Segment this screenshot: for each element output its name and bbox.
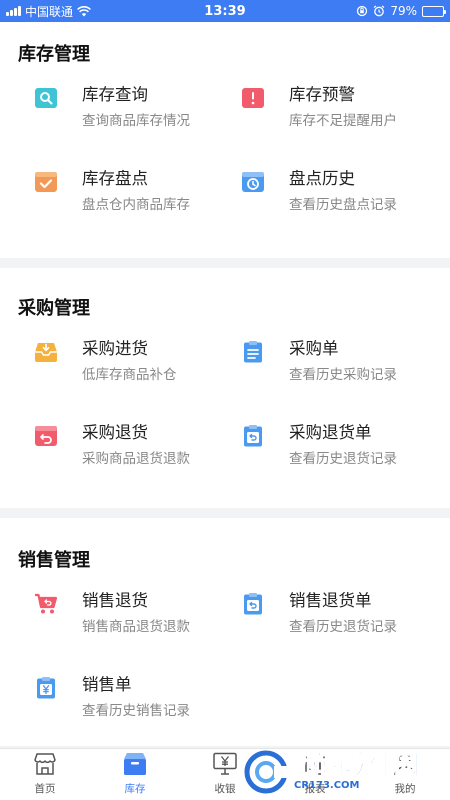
item-desc: 查看历史退货记录	[289, 619, 397, 635]
section-title: 库存管理	[18, 44, 90, 65]
item-title: 库存盘点	[82, 169, 148, 188]
alarm-icon	[373, 5, 385, 17]
clipboard-return-icon	[244, 593, 262, 615]
status-bar: 中国联通 13:39 79%	[0, 0, 450, 22]
purchase-section: 采购管理 采购进货低库存商品补仓 采购单查看历史采购记录 采购退货采购商品退货退…	[0, 268, 450, 508]
battery-icon	[422, 5, 446, 17]
item-desc: 采购商品退货退款	[82, 451, 190, 467]
search-box-icon	[35, 88, 57, 108]
clipboard-return-icon	[244, 425, 262, 447]
item-title: 采购进货	[82, 339, 148, 358]
item-title: 库存查询	[82, 85, 148, 104]
sales-return-order-item[interactable]: 销售退货单查看历史退货记录	[241, 590, 432, 652]
watermark: 西西软件园 CR173.COM	[244, 748, 444, 796]
cash-register-icon	[213, 752, 237, 775]
sales-order-item[interactable]: 销售单查看历史销售记录	[34, 674, 241, 736]
inventory-query-item[interactable]: 库存查询查询商品库存情况	[34, 84, 241, 146]
warning-box-icon	[242, 88, 264, 108]
item-title: 采购单	[289, 339, 339, 358]
item-desc: 查询商品库存情况	[82, 113, 190, 129]
purchase-return-item[interactable]: 采购退货采购商品退货退款	[34, 422, 241, 484]
item-desc: 查看历史销售记录	[82, 703, 190, 719]
item-title: 采购退货	[82, 423, 148, 442]
item-desc: 查看历史盘点记录	[289, 197, 397, 213]
item-title: 采购退货单	[289, 423, 372, 442]
carrier-label: 中国联通	[25, 4, 74, 19]
item-title: 销售退货	[82, 591, 148, 610]
tab-label: 首页	[34, 783, 56, 795]
item-title: 销售单	[82, 675, 132, 694]
store-icon	[34, 753, 56, 775]
item-desc: 查看历史采购记录	[289, 367, 397, 383]
clock-box-icon	[242, 172, 264, 192]
return-box-icon	[35, 426, 57, 446]
watermark-text: 西西软件园	[293, 751, 420, 781]
inventory-count-item[interactable]: 库存盘点盘点仓内商品库存	[34, 168, 241, 230]
watermark-subtext: CR173.COM	[294, 780, 360, 791]
item-title: 销售退货单	[289, 591, 372, 610]
clipboard-yen-icon	[37, 677, 55, 699]
item-desc: 盘点仓内商品库存	[82, 197, 190, 213]
inbox-tray-icon	[35, 343, 57, 362]
inventory-warning-item[interactable]: 库存预警库存不足提醒用户	[241, 84, 432, 146]
wifi-icon	[77, 5, 91, 16]
purchase-return-order-item[interactable]: 采购退货单查看历史退货记录	[241, 422, 432, 484]
item-desc: 库存不足提醒用户	[289, 113, 397, 129]
item-desc: 低库存商品补仓	[82, 367, 177, 383]
cart-return-icon	[35, 593, 58, 614]
sales-section: 销售管理 销售退货销售商品退货退款 销售退货单查看历史退货记录 销售单查看历史销…	[0, 518, 450, 746]
purchase-stock-in-item[interactable]: 采购进货低库存商品补仓	[34, 338, 241, 400]
tab-label: 库存	[124, 783, 146, 795]
signal-icon	[6, 6, 21, 16]
section-title: 销售管理	[18, 550, 90, 571]
tab-inventory[interactable]: 库存	[90, 749, 180, 800]
item-title: 盘点历史	[289, 169, 355, 188]
sales-return-item[interactable]: 销售退货销售商品退货退款	[34, 590, 241, 652]
rotation-lock-icon	[357, 5, 368, 17]
watermark-logo	[244, 750, 290, 794]
count-history-item[interactable]: 盘点历史查看历史盘点记录	[241, 168, 432, 230]
inventory-section: 库存管理 库存查询查询商品库存情况 库存预警库存不足提醒用户 库存盘点盘点仓内商…	[0, 22, 450, 258]
check-box-icon	[35, 172, 57, 192]
purchase-order-item[interactable]: 采购单查看历史采购记录	[241, 338, 432, 400]
clipboard-list-icon	[244, 341, 262, 363]
section-title: 采购管理	[18, 298, 90, 319]
item-desc: 查看历史退货记录	[289, 451, 397, 467]
tab-home[interactable]: 首页	[0, 749, 90, 800]
item-desc: 销售商品退货退款	[82, 619, 190, 635]
item-title: 库存预警	[289, 85, 355, 104]
tab-label: 收银	[214, 783, 236, 795]
inventory-box-icon	[124, 753, 146, 775]
battery-percent: 79%	[390, 4, 417, 18]
